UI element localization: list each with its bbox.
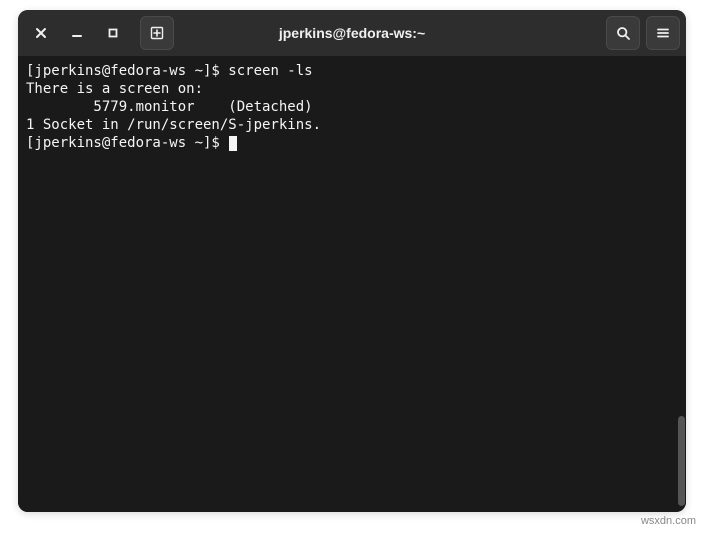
terminal-line: 5779.monitor (Detached) xyxy=(26,98,678,116)
minimize-icon xyxy=(71,27,83,39)
watermark: wsxdn.com xyxy=(641,515,696,527)
scrollbar-thumb[interactable] xyxy=(678,416,685,506)
close-icon xyxy=(35,27,47,39)
terminal-window: jperkins@fedora-ws:~ [jperkins@fedora-ws… xyxy=(18,10,686,512)
maximize-button[interactable] xyxy=(96,16,130,50)
new-tab-button[interactable] xyxy=(140,16,174,50)
terminal-line: [jperkins@fedora-ws ~]$ xyxy=(26,134,678,152)
menu-button[interactable] xyxy=(646,16,680,50)
hamburger-icon xyxy=(656,26,670,40)
cursor xyxy=(229,136,237,151)
prompt: [jperkins@fedora-ws ~]$ xyxy=(26,63,228,79)
titlebar-left-controls xyxy=(24,16,174,50)
minimize-button[interactable] xyxy=(60,16,94,50)
new-tab-icon xyxy=(149,25,165,41)
terminal-line: There is a screen on: xyxy=(26,80,678,98)
titlebar: jperkins@fedora-ws:~ xyxy=(18,10,686,56)
maximize-icon xyxy=(107,27,119,39)
terminal-output[interactable]: [jperkins@fedora-ws ~]$ screen -lsThere … xyxy=(18,56,686,512)
terminal-line: 1 Socket in /run/screen/S-jperkins. xyxy=(26,116,678,134)
terminal-line: [jperkins@fedora-ws ~]$ screen -ls xyxy=(26,62,678,80)
prompt: [jperkins@fedora-ws ~]$ xyxy=(26,135,228,151)
titlebar-right-controls xyxy=(606,16,680,50)
search-button[interactable] xyxy=(606,16,640,50)
command: screen -ls xyxy=(228,63,312,79)
search-icon xyxy=(616,26,631,41)
close-button[interactable] xyxy=(24,16,58,50)
